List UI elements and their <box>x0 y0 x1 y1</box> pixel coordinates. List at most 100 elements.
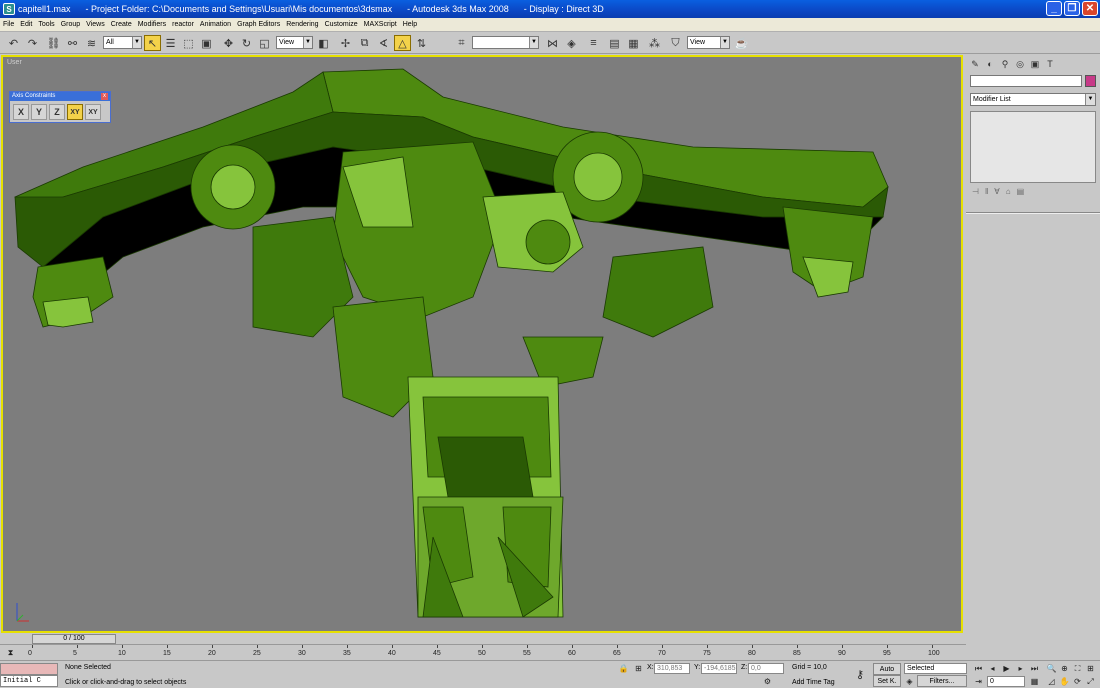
rotate-icon[interactable]: ↻ <box>238 35 255 51</box>
modifier-stack[interactable] <box>970 111 1096 183</box>
perspective-viewport[interactable]: User Axis Constraints x X Y Z XY XY <box>1 55 963 633</box>
previous-frame-icon[interactable]: ◂ <box>987 663 998 674</box>
field-of-view-icon[interactable]: ◿ <box>1046 676 1057 687</box>
redo-icon[interactable]: ↷ <box>24 35 41 51</box>
menu-animation[interactable]: Animation <box>200 21 231 28</box>
key-mode-toggle-icon[interactable]: ⇥ <box>973 676 984 687</box>
zoom-extents-icon[interactable]: ⛶ <box>1072 663 1083 674</box>
pin-stack-icon[interactable]: ⊣ <box>972 187 979 201</box>
x-coordinate[interactable]: 310,853 <box>654 663 690 674</box>
auto-key-button[interactable]: Auto <box>873 663 901 675</box>
zoom-extents-all-icon[interactable]: ⊞ <box>1085 663 1096 674</box>
window-crossing-icon[interactable]: ▣ <box>198 35 215 51</box>
named-selection-dropdown[interactable]: ▼ <box>472 36 539 49</box>
modify-tab-icon[interactable]: ◐ <box>984 58 996 70</box>
axis-xy-flyout-button[interactable]: XY <box>85 104 101 120</box>
motion-tab-icon[interactable]: ◎ <box>1014 58 1026 70</box>
select-object-icon[interactable]: ↖ <box>144 35 161 51</box>
ref-coord-dropdown[interactable]: View ▼ <box>276 36 313 49</box>
menu-rendering[interactable]: Rendering <box>286 21 318 28</box>
select-manipulate-icon[interactable]: ✢ <box>337 35 354 51</box>
zoom-icon[interactable]: 🔍 <box>1046 663 1057 674</box>
capital-mesh[interactable] <box>3 57 963 633</box>
pivot-center-icon[interactable]: ◧ <box>315 35 332 51</box>
open-mini-curve-editor-icon[interactable]: ⧗ <box>5 647 16 658</box>
menu-reactor[interactable]: reactor <box>172 21 194 28</box>
create-tab-icon[interactable]: ✎ <box>969 58 981 70</box>
percent-snap-icon[interactable]: △ <box>394 35 411 51</box>
curve-editor-icon[interactable]: ▤ <box>606 35 623 51</box>
menu-help[interactable]: Help <box>403 21 417 28</box>
menu-views[interactable]: Views <box>86 21 105 28</box>
scale-icon[interactable]: ◱ <box>256 35 273 51</box>
configure-modifier-sets-icon[interactable]: ▤ <box>1017 187 1025 201</box>
menu-maxscript[interactable]: MAXScript <box>364 21 397 28</box>
render-setup-icon[interactable]: ⛉ <box>667 35 684 51</box>
modifier-list-dropdown[interactable]: Modifier List ▼ <box>970 93 1096 106</box>
maxscript-listener-top[interactable] <box>0 663 58 675</box>
menu-graph-editors[interactable]: Graph Editors <box>237 21 280 28</box>
axis-xy-button[interactable]: XY <box>67 104 83 120</box>
go-to-start-icon[interactable]: ⏮ <box>973 663 984 674</box>
snap-toggle-icon[interactable]: ⧉ <box>356 35 373 51</box>
track-bar[interactable]: ⧗ 0 5 10 15 20 25 30 35 40 45 50 55 60 65 70 75 80 85 90 95… <box>0 644 966 660</box>
select-by-name-icon[interactable]: ☰ <box>162 35 179 51</box>
unlink-icon[interactable]: ⚯ <box>64 35 81 51</box>
bind-spacewarp-icon[interactable]: ≋ <box>83 35 100 51</box>
close-button[interactable]: ✕ <box>1082 1 1098 16</box>
link-icon[interactable]: ⛓ <box>45 35 62 51</box>
time-slider[interactable]: 0 / 100 <box>0 634 966 644</box>
current-frame-field[interactable]: 0 <box>987 676 1025 687</box>
zoom-all-icon[interactable]: ⊕ <box>1059 663 1070 674</box>
remove-modifier-icon[interactable]: ⌂ <box>1006 187 1011 201</box>
set-key-icon[interactable]: ⚷ <box>852 669 868 681</box>
rect-selection-icon[interactable]: ⬚ <box>180 35 197 51</box>
orbit-icon[interactable]: ⟳ <box>1072 676 1083 687</box>
maximize-viewport-icon[interactable]: ⤢ <box>1085 676 1096 687</box>
key-filter-dropdown[interactable]: Selected <box>904 663 967 674</box>
angle-snap-icon[interactable]: ∢ <box>375 35 392 51</box>
move-icon[interactable]: ✥ <box>220 35 237 51</box>
maxscript-listener[interactable]: Initial C <box>0 675 58 687</box>
time-tag-icon[interactable]: ⚙ <box>762 676 773 687</box>
axis-y-button[interactable]: Y <box>31 104 47 120</box>
make-unique-icon[interactable]: ∀ <box>994 187 999 201</box>
undo-icon[interactable]: ↶ <box>5 35 22 51</box>
play-icon[interactable]: ▶ <box>1001 663 1012 674</box>
hierarchy-tab-icon[interactable]: ⚲ <box>999 58 1011 70</box>
time-slider-knob[interactable]: 0 / 100 <box>32 634 116 644</box>
utilities-tab-icon[interactable]: T <box>1044 58 1056 70</box>
y-coordinate[interactable]: -194,6185 <box>701 663 737 674</box>
render-view-dropdown[interactable]: View ▼ <box>687 36 730 49</box>
object-name-field[interactable] <box>970 75 1082 87</box>
menu-file[interactable]: File <box>3 21 14 28</box>
schematic-view-icon[interactable]: ▦ <box>625 35 642 51</box>
lock-selection-icon[interactable]: 🔒 <box>618 663 629 674</box>
align-icon[interactable]: ◈ <box>563 35 580 51</box>
axis-constraints-close-icon[interactable]: x <box>101 93 108 100</box>
z-coordinate[interactable]: 0,0 <box>748 663 784 674</box>
set-key-button[interactable]: Set K. <box>873 675 901 687</box>
quick-render-icon[interactable]: ☕ <box>733 35 750 51</box>
go-to-end-icon[interactable]: ⏭ <box>1029 663 1040 674</box>
menu-tools[interactable]: Tools <box>38 21 54 28</box>
menu-group[interactable]: Group <box>61 21 80 28</box>
key-mode-icon[interactable]: ◈ <box>904 676 915 687</box>
axis-constraints-title[interactable]: Axis Constraints x <box>10 92 110 101</box>
menu-create[interactable]: Create <box>111 21 132 28</box>
layer-manager-icon[interactable]: ≡ <box>585 35 602 51</box>
axis-z-button[interactable]: Z <box>49 104 65 120</box>
axis-x-button[interactable]: X <box>13 104 29 120</box>
time-config-icon[interactable]: ▦ <box>1029 676 1040 687</box>
menu-modifiers[interactable]: Modifiers <box>138 21 166 28</box>
object-color-swatch[interactable] <box>1085 75 1096 87</box>
show-end-result-icon[interactable]: ‖ <box>985 187 988 201</box>
spinner-snap-icon[interactable]: ⇅ <box>413 35 430 51</box>
mirror-icon[interactable]: ⋈ <box>544 35 561 51</box>
filters-button[interactable]: Filters... <box>917 675 967 687</box>
next-frame-icon[interactable]: ▸ <box>1015 663 1026 674</box>
minimize-button[interactable]: _ <box>1046 1 1062 16</box>
menu-edit[interactable]: Edit <box>20 21 32 28</box>
selection-filter-dropdown[interactable]: All ▼ <box>103 36 142 49</box>
material-editor-icon[interactable]: ⁂ <box>646 35 663 51</box>
